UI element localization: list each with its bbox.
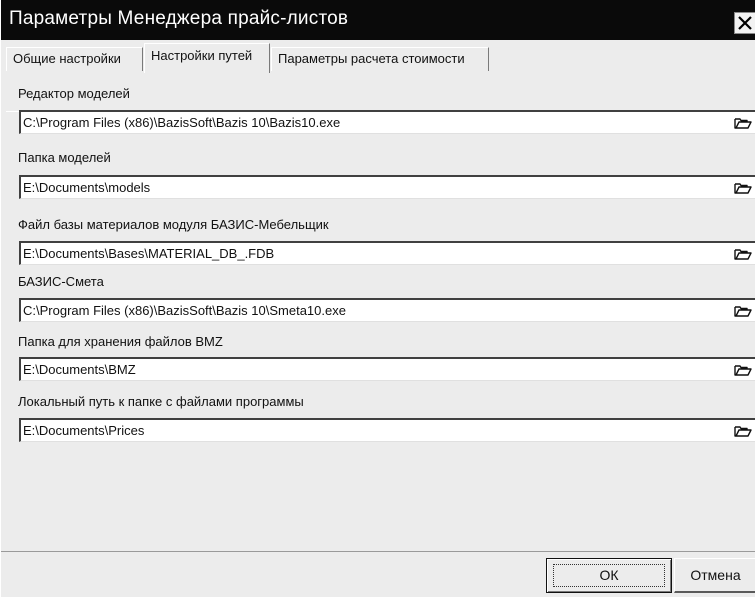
path-field-models-folder[interactable]	[19, 175, 755, 199]
field-label-materials-db: Файл базы материалов модуля БАЗИС-Мебель…	[18, 217, 329, 232]
folder-open-icon[interactable]	[733, 180, 753, 196]
path-input[interactable]	[23, 423, 713, 438]
folder-open-icon[interactable]	[733, 423, 753, 439]
path-field-bmz-folder[interactable]	[19, 357, 755, 381]
field-label-model-editor: Редактор моделей	[18, 86, 130, 101]
path-input[interactable]	[23, 362, 713, 377]
path-field-model-editor[interactable]	[19, 110, 755, 134]
close-button[interactable]	[734, 12, 755, 34]
tab-path-settings[interactable]: Настройки путей	[144, 43, 270, 73]
field-label-local-program-path: Локальный путь к папке с файлами програм…	[18, 394, 304, 409]
tab-label: Настройки путей	[151, 48, 253, 63]
path-input[interactable]	[23, 115, 713, 130]
tab-label: Общие настройки	[13, 51, 121, 66]
settings-dialog: Параметры Менеджера прайс-листов Общие н…	[0, 0, 755, 597]
folder-open-icon[interactable]	[733, 362, 753, 378]
window-title: Параметры Менеджера прайс-листов	[9, 8, 349, 29]
path-input[interactable]	[23, 303, 713, 318]
tab-label: Параметры расчета стоимости	[278, 51, 465, 66]
cancel-button[interactable]: Отмена	[674, 558, 755, 593]
folder-open-icon[interactable]	[733, 115, 753, 131]
folder-open-icon[interactable]	[733, 246, 753, 262]
dialog-footer: ОК Отмена	[1, 552, 755, 597]
field-label-bmz-folder: Папка для хранения файлов BMZ	[18, 334, 223, 349]
path-field-bazis-smeta[interactable]	[19, 298, 755, 322]
cancel-button-label: Отмена	[690, 567, 741, 583]
title-bar: Параметры Менеджера прайс-листов	[1, 0, 755, 40]
field-label-models-folder: Папка моделей	[18, 150, 111, 165]
path-settings-panel: Редактор моделей Папка моделей Файл базы…	[8, 72, 755, 550]
path-field-materials-db[interactable]	[19, 241, 755, 265]
path-field-local-program-path[interactable]	[19, 418, 755, 442]
tab-general-settings[interactable]: Общие настройки	[6, 47, 143, 71]
folder-open-icon[interactable]	[733, 303, 753, 319]
field-label-bazis-smeta: БАЗИС-Смета	[18, 274, 104, 289]
path-input[interactable]	[23, 246, 713, 261]
path-input[interactable]	[23, 180, 713, 195]
tab-strip: Общие настройки Настройки путей Параметр…	[1, 40, 755, 112]
ok-button[interactable]: ОК	[546, 558, 672, 593]
focus-rectangle	[553, 564, 665, 587]
close-icon	[738, 16, 752, 30]
tab-cost-calculation[interactable]: Параметры расчета стоимости	[271, 47, 489, 71]
